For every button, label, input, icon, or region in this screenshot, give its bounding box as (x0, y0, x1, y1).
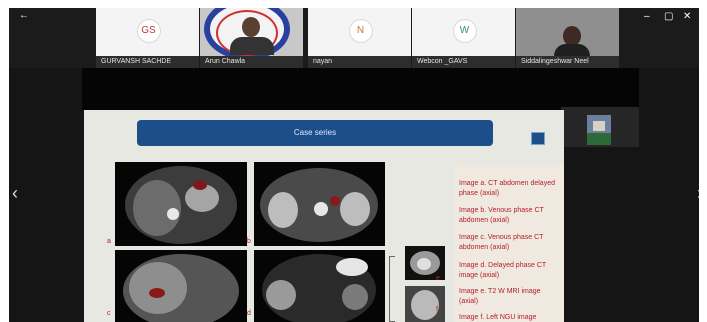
previous-arrow-icon[interactable]: ‹ (12, 183, 18, 204)
ct-image-a (115, 162, 247, 246)
ct-image-d (254, 250, 385, 322)
minimize-icon[interactable]: – (644, 11, 650, 22)
slide-logo-icon (531, 132, 545, 145)
image-letter-c: c (107, 310, 111, 317)
caption-f: Image f. Left NGU image (459, 314, 537, 321)
image-letter-b: b (247, 238, 251, 245)
participant-tile-webcon[interactable]: W Webcon _GAVS (412, 8, 515, 68)
participant-strip: ← GS GURVANSH SACHDE Arun Chawla N nayan… (9, 8, 699, 68)
ct-image-b (254, 162, 385, 246)
self-view-thumbnail[interactable] (561, 107, 639, 147)
participant-avatar-initials: W (452, 19, 477, 43)
images-bracket (389, 256, 395, 322)
speaker-body (230, 37, 274, 55)
image-letter-e: e (436, 275, 440, 282)
caption-b: Image b. Venous phase CT abdomen (axial) (459, 207, 544, 224)
participant-tile-arun[interactable]: Arun Chawla (200, 8, 303, 68)
ngu-image-f (405, 286, 445, 322)
participant-body (554, 44, 590, 56)
participant-avatar-initials: GS (136, 19, 161, 43)
shared-screen-top-bar (82, 68, 639, 110)
next-arrow-icon[interactable]: › (697, 183, 699, 204)
shared-slide: Case series a b c d e f Image a. CT abdo… (84, 110, 564, 322)
caption-a: Image a. CT abdomen delayed phase (axial… (459, 180, 555, 197)
image-captions-panel: Image a. CT abdomen delayed phase (axial… (455, 165, 564, 322)
participant-name: nayan (308, 56, 411, 68)
caption-e: Image e. T2 W MRI image (axial) (459, 288, 541, 305)
caption-c: Image c. Venous phase CT abdomen (axial) (459, 234, 544, 251)
participant-tile-nayan[interactable]: N nayan (308, 8, 411, 68)
image-letter-d: d (247, 310, 251, 317)
speaker-head (242, 17, 260, 37)
participant-name: Webcon _GAVS (412, 56, 515, 68)
image-letter-f: f (436, 306, 438, 313)
slide-title: Case series (137, 120, 493, 146)
self-view-image (587, 115, 611, 145)
close-icon[interactable]: ✕ (683, 11, 691, 22)
participant-name: Siddalingeshwar Neel (516, 56, 619, 68)
restore-icon[interactable]: ▢ (664, 11, 673, 22)
back-arrow-icon[interactable]: ← (19, 10, 29, 21)
participant-tile-gurvansh[interactable]: GS GURVANSH SACHDE (96, 8, 199, 68)
meeting-window: ← GS GURVANSH SACHDE Arun Chawla N nayan… (9, 8, 699, 322)
participant-avatar-initials: N (348, 19, 373, 43)
participant-name: GURVANSH SACHDE (96, 56, 199, 68)
participant-head (563, 26, 581, 46)
participant-name: Arun Chawla (200, 56, 303, 68)
caption-d: Image d. Delayed phase CT image (axial) (459, 262, 547, 279)
participant-tile-siddalingeshwar[interactable]: Siddalingeshwar Neel (516, 8, 619, 68)
image-letter-a: a (107, 238, 111, 245)
ct-image-c (115, 250, 247, 322)
